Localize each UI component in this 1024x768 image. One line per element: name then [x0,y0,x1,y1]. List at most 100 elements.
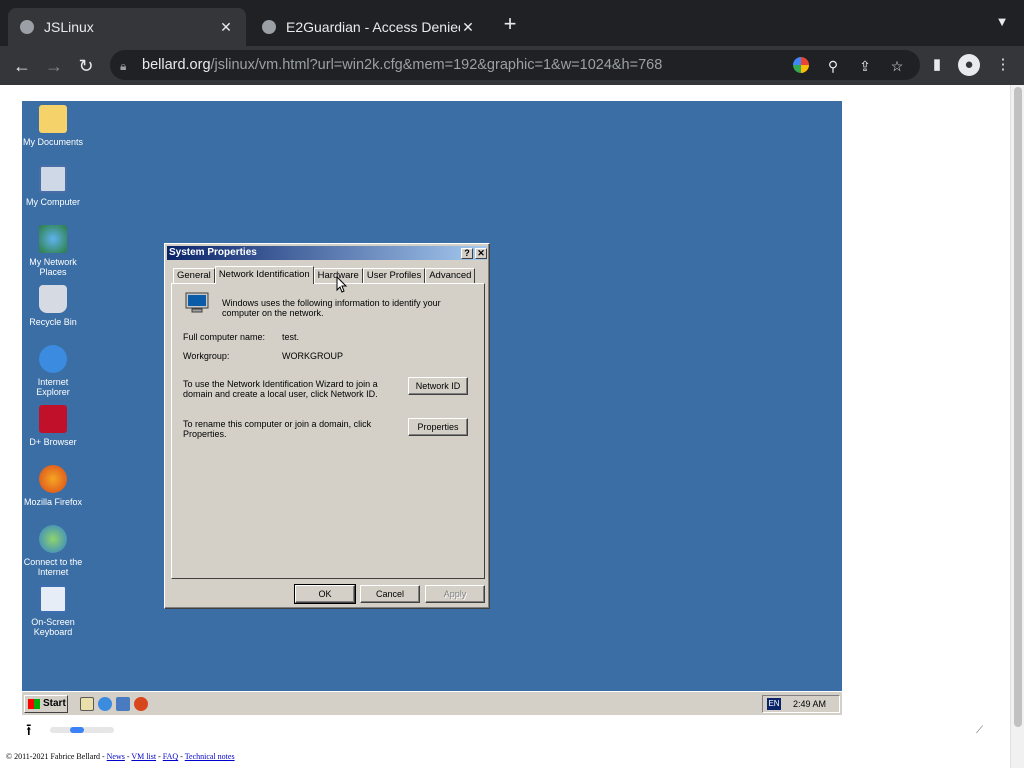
globe-icon [262,20,276,34]
page-content: My Documents My Computer My Network Plac… [0,85,1024,768]
dialog-title: System Properties [169,247,257,258]
zoom-icon[interactable]: ⚲ [824,57,842,75]
browser-toolbar: ← → ↻ 🔒︎ bellard.org/jslinux/vm.html?url… [0,46,1024,85]
side-panel-icon[interactable]: ▮ [926,54,948,76]
tab-search-chevron-icon[interactable]: ▼ [992,14,1012,34]
clock[interactable]: 2:49 AM [793,696,826,712]
start-label: Start [43,698,66,709]
network-icon [39,225,67,253]
tab-jslinux[interactable]: JSLinux ✕ [8,8,246,46]
lock-icon[interactable]: 🔒︎ [120,59,132,73]
intro-text: Windows uses the following information t… [222,298,441,318]
rename-text: To rename this computer or join a domain… [183,419,372,439]
address-bar[interactable]: 🔒︎ bellard.org/jslinux/vm.html?url=win2k… [110,50,920,80]
tab-panel: Windows uses the following information t… [171,283,485,579]
close-button[interactable]: ✕ [475,248,487,259]
vm-screen[interactable]: My Documents My Computer My Network Plac… [22,101,842,715]
properties-button[interactable]: Properties [408,418,468,436]
desktop-icon-label: My Documents [22,137,84,147]
vm-list-link[interactable]: VM list [131,752,156,761]
start-button[interactable]: Start [24,695,68,713]
news-link[interactable]: News [107,752,125,761]
resize-handle-icon[interactable]: ⟋ [976,725,986,736]
dialog-titlebar[interactable]: System Properties ? ✕ [167,246,487,260]
tab-user-profiles[interactable]: User Profiles [362,268,426,284]
menu-kebab-icon[interactable]: ⋮ [992,54,1014,76]
desktop-icon-my-computer[interactable]: My Computer [22,165,84,207]
system-properties-dialog: System Properties ? ✕ General Network Id… [164,243,490,609]
workgroup-label: Workgroup: [183,351,230,361]
ie-quicklaunch-icon[interactable] [98,697,112,711]
desktop-icon-label: Internet Explorer [36,377,70,397]
tab-general[interactable]: General [173,268,215,284]
firefox-quicklaunch-icon[interactable] [134,697,148,711]
url-host: bellard.org [142,57,211,73]
page-scrollbar[interactable] [1010,85,1024,768]
reload-icon[interactable]: ↻ [72,52,100,80]
faq-link[interactable]: FAQ [163,752,178,761]
forward-arrow-icon[interactable]: → [40,52,68,80]
share-icon[interactable]: ⇪ [856,57,874,75]
desktop-icon-onscreen-keyboard[interactable]: On-Screen Keyboard [22,585,84,637]
url-path: /jslinux/vm.html?url=win2k.cfg&mem=192&g… [210,57,663,73]
desktop-icon-connect-internet[interactable]: Connect to the Internet [22,525,84,577]
back-arrow-icon[interactable]: ← [8,52,36,80]
network-id-button[interactable]: Network ID [408,377,468,395]
bookmark-star-icon[interactable]: ☆ [888,57,906,75]
dialog-tabs: General Network Identification Hardware … [173,266,476,284]
desktop-icon-label: Recycle Bin [29,317,77,327]
desktop-icon-my-documents[interactable]: My Documents [22,105,84,147]
network-id-text: To use the Network Identification Wizard… [183,379,378,399]
desktop-icon-label: My Computer [25,197,80,207]
tab-title: JSLinux [44,19,94,35]
desktop-icon-label: Connect to the Internet [23,557,83,577]
tab-close-icon[interactable]: ✕ [218,19,234,36]
scrollbar-thumb[interactable] [1014,87,1022,727]
desktop-icon-my-network-places[interactable]: My Network Places [22,225,84,277]
full-name-value: test. [282,332,300,342]
desktop-icon-recycle-bin[interactable]: Recycle Bin [22,285,84,327]
desktop-icon-mozilla-firefox[interactable]: Mozilla Firefox [22,465,84,507]
system-tray: EN 2:49 AM [762,695,840,713]
desktop-icon-label: Mozilla Firefox [23,497,82,507]
volume-slider[interactable] [50,727,114,733]
desktop-icon-label: My Network Places [29,257,77,277]
computer-icon [185,292,209,313]
profile-avatar-icon[interactable]: ● [958,54,980,76]
dplus-icon [39,405,67,433]
full-name-label: Full computer name: [183,332,266,342]
desktop-icon-dplus-browser[interactable]: D+ Browser [22,405,84,447]
recycle-bin-icon [39,285,67,313]
tab-title: E2Guardian - Access Denied [286,19,460,35]
connect-icon [39,525,67,553]
apply-button[interactable]: Apply [425,585,485,603]
windows-logo-icon [28,699,40,709]
slider-thumb[interactable] [70,727,84,733]
ok-button[interactable]: OK [294,584,356,604]
firefox-icon [39,465,67,493]
browser-tab-strip: JSLinux ✕ E2Guardian - Access Denied ✕ +… [0,0,1024,46]
tab-advanced[interactable]: Advanced [425,268,476,284]
desktop-icon-label: On-Screen Keyboard [31,617,75,637]
help-button[interactable]: ? [461,248,473,259]
tab-e2guardian[interactable]: E2Guardian - Access Denied ✕ [250,8,488,46]
google-icon[interactable] [792,57,810,75]
outlook-quicklaunch-icon[interactable] [116,697,130,711]
language-indicator[interactable]: EN [767,698,781,710]
show-desktop-icon[interactable] [80,697,94,711]
tab-network-identification[interactable]: Network Identification [214,266,314,284]
mouse-cursor-icon [336,276,348,293]
upload-icon[interactable]: ⭱ [26,719,32,746]
folder-icon [39,105,67,133]
keyboard-icon [39,585,67,613]
desktop-icon-internet-explorer[interactable]: Internet Explorer [22,345,84,397]
technical-notes-link[interactable]: Technical notes [185,752,235,761]
desktop-icon-label: D+ Browser [29,437,77,447]
ie-icon [39,345,67,373]
tab-close-icon[interactable]: ✕ [460,19,476,36]
cancel-button[interactable]: Cancel [360,585,420,603]
new-tab-button[interactable]: + [498,12,522,36]
workgroup-value: WORKGROUP [282,351,344,361]
footer: © 2011-2021 Fabrice Bellard - News - VM … [6,752,235,761]
windows-taskbar: Start EN 2:49 AM [22,691,842,715]
